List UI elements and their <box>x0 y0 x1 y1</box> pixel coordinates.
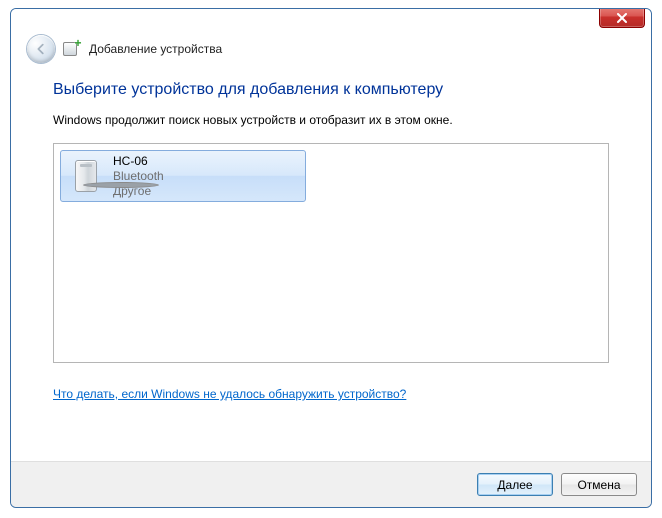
close-icon <box>616 13 628 23</box>
add-device-wizard-window: + Добавление устройства Выберите устройс… <box>10 8 652 508</box>
device-text: HC-06 Bluetooth Другое <box>113 154 164 199</box>
titlebar <box>11 9 651 31</box>
help-link[interactable]: Что делать, если Windows не удалось обна… <box>53 387 406 401</box>
device-name: HC-06 <box>113 154 164 169</box>
device-list[interactable]: HC-06 Bluetooth Другое <box>53 143 609 363</box>
back-arrow-icon <box>34 42 48 56</box>
add-device-icon: + <box>63 40 81 58</box>
page-subtext: Windows продолжит поиск новых устройств … <box>53 113 609 127</box>
next-button[interactable]: Далее <box>477 473 553 496</box>
wizard-title: Добавление устройства <box>89 42 222 56</box>
wizard-header: + Добавление устройства <box>11 31 651 77</box>
close-button[interactable] <box>599 8 645 28</box>
footer: Далее Отмена <box>11 461 651 507</box>
back-button[interactable] <box>27 35 55 63</box>
content-area: Выберите устройство для добавления к ком… <box>11 77 651 461</box>
help-link-row: Что делать, если Windows не удалось обна… <box>53 387 609 401</box>
device-item[interactable]: HC-06 Bluetooth Другое <box>60 150 306 202</box>
cancel-button[interactable]: Отмена <box>561 473 637 496</box>
device-icon <box>69 156 103 196</box>
page-heading: Выберите устройство для добавления к ком… <box>53 81 609 99</box>
